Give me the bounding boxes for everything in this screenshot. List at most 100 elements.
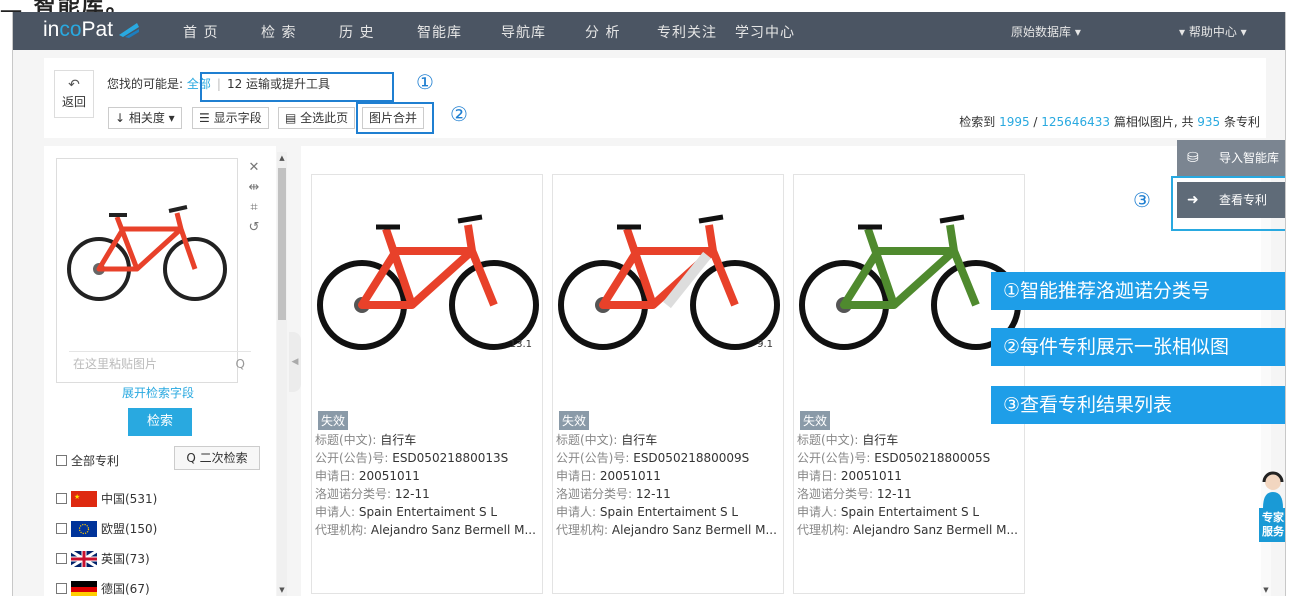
field-key: 代理机构:: [315, 523, 371, 537]
field-value: 自行车: [380, 433, 417, 447]
application-date-field: 申请日: 20051011: [315, 467, 420, 484]
checkbox-icon[interactable]: [56, 523, 67, 534]
display-fields-button[interactable]: ☰ 显示字段: [192, 107, 269, 129]
country-filter-germany[interactable]: 德国(67): [56, 580, 150, 596]
field-key: 申请日:: [797, 469, 841, 483]
nav-analysis[interactable]: 分 析: [585, 22, 620, 42]
nav-smart-library[interactable]: 智能库: [417, 22, 462, 42]
secondary-search-button[interactable]: Q 二次检索: [174, 446, 260, 470]
field-key: 代理机构:: [797, 523, 853, 537]
result-suffix: 条专利: [1220, 115, 1260, 129]
locarno-class-field: 洛迦诺分类号: 12-11: [315, 485, 430, 502]
agent-avatar-icon: [1262, 471, 1284, 508]
back-label: 返回: [61, 95, 86, 109]
checkbox-icon[interactable]: [56, 493, 67, 504]
expand-fields-link[interactable]: 展开检索字段: [122, 384, 194, 401]
field-key: 标题(中文):: [797, 433, 863, 447]
left-search-panel: 在这里粘贴图片 Q ✕ ⇹ ⌗ ↺ 展开检索字段 检索 全部专利 Q 二次检索 ★…: [44, 146, 276, 596]
field-value: Spain Entertaiment S L: [358, 505, 498, 519]
nav-search[interactable]: 检 索: [261, 22, 296, 42]
field-value: ESD05021880009S: [633, 451, 750, 465]
scroll-down-icon[interactable]: ▼: [1261, 586, 1271, 594]
agency-field: 代理机构: Alejandro Sanz Bermell M...: [315, 521, 536, 538]
left-panel-scrollbar[interactable]: ▲ ▼: [277, 152, 287, 596]
result-card[interactable]: 13.1 失效 标题(中文): 自行车 公开(公告)号: ESD05021880…: [311, 174, 543, 594]
select-page-button[interactable]: ▤ 全选此页: [278, 107, 356, 129]
image-tools: ✕ ⇹ ⌗ ↺: [244, 160, 264, 240]
scroll-down-icon[interactable]: ▼: [277, 586, 287, 594]
nav-history[interactable]: 历 史: [339, 22, 374, 42]
bicycle-image: [799, 214, 1021, 350]
search-button[interactable]: 检索: [128, 408, 192, 436]
database-dropdown[interactable]: 原始数据库 ▾: [1011, 23, 1081, 40]
field-value: 自行车: [862, 433, 899, 447]
result-slash: /: [1029, 115, 1042, 129]
title-field: 标题(中文): 自行车: [315, 431, 416, 448]
expert-service-widget[interactable]: 专家服务: [1259, 468, 1285, 542]
title-field: 标题(中文): 自行车: [556, 431, 657, 448]
app-window: incoPat 首 页 检 索 历 史 智能库 导航库 分 析 专利关注 学习中…: [12, 12, 1286, 596]
back-button[interactable]: ↶ 返回: [54, 70, 94, 118]
all-patents-checkbox[interactable]: 全部专利: [56, 452, 119, 469]
field-key: 标题(中文):: [556, 433, 622, 447]
back-arrow-icon: ↶: [68, 77, 80, 93]
country-filter-china[interactable]: ★ 中国(531): [56, 490, 157, 507]
applicant-field: 申请人: Spain Entertaiment S L: [315, 503, 497, 520]
checkbox-icon[interactable]: [56, 553, 67, 564]
publication-number-field: 公开(公告)号: ESD05021880013S: [315, 449, 508, 466]
import-smart-library-button[interactable]: ⛁ 导入智能库: [1177, 140, 1285, 176]
result-middle: 篇相似图片, 共: [1110, 115, 1198, 129]
clipped-heading: 二 智能库。: [0, 0, 1298, 12]
nav-navigation-library[interactable]: 导航库: [501, 22, 546, 42]
query-image-box[interactable]: 在这里粘贴图片 Q: [56, 158, 251, 383]
field-key: 公开(公告)号:: [556, 451, 634, 465]
query-bicycle-image: [67, 205, 227, 301]
field-key: 申请人:: [315, 505, 359, 519]
field-key: 申请人:: [556, 505, 600, 519]
sort-relevance-dropdown[interactable]: ↓ 相关度 ▾: [108, 107, 182, 129]
field-value: 12-11: [394, 487, 430, 501]
search-icon[interactable]: Q: [236, 352, 245, 376]
incopat-logo[interactable]: incoPat: [43, 18, 113, 42]
field-value: 12-11: [876, 487, 912, 501]
field-value: Spain Entertaiment S L: [599, 505, 739, 519]
field-value: Spain Entertaiment S L: [840, 505, 980, 519]
result-patent-count: 935: [1197, 115, 1221, 129]
flip-icon[interactable]: ⇹: [244, 180, 264, 200]
field-key: 申请人:: [797, 505, 841, 519]
field-key: 洛迦诺分类号:: [797, 487, 877, 501]
rotate-icon[interactable]: ↺: [244, 220, 264, 240]
paste-image-input[interactable]: 在这里粘贴图片 Q: [69, 351, 251, 375]
country-filter-eu[interactable]: 欧盟(150): [56, 520, 157, 537]
result-image-count: 1995: [999, 115, 1030, 129]
scroll-thumb[interactable]: [278, 168, 286, 320]
field-value: Alejandro Sanz Bermell M...: [370, 523, 536, 537]
field-key: 代理机构:: [556, 523, 612, 537]
checkbox-icon[interactable]: [56, 583, 67, 594]
similarity-score: 9.1: [757, 339, 773, 350]
field-key: 公开(公告)号:: [315, 451, 393, 465]
checkbox-icon[interactable]: [56, 455, 67, 466]
agency-field: 代理机构: Alejandro Sanz Bermell M...: [556, 521, 777, 538]
nav-patent-watch[interactable]: 专利关注: [657, 22, 717, 42]
result-prefix: 检索到: [959, 115, 1000, 129]
close-icon[interactable]: ✕: [244, 160, 264, 180]
scroll-up-icon[interactable]: ▲: [277, 154, 287, 162]
svg-text:★: ★: [74, 493, 80, 501]
result-card[interactable]: 9.1 失效 标题(中文): 自行车 公开(公告)号: ESD050218800…: [552, 174, 784, 594]
nav-learning-center[interactable]: 学习中心: [735, 22, 795, 42]
country-filter-uk[interactable]: 英国(73): [56, 550, 150, 567]
bicycle-image: [317, 214, 539, 350]
crop-icon[interactable]: ⌗: [244, 200, 264, 220]
country-label: 英国(73): [101, 552, 150, 566]
field-key: 洛迦诺分类号:: [556, 487, 636, 501]
applicant-field: 申请人: Spain Entertaiment S L: [797, 503, 979, 520]
nav-home[interactable]: 首 页: [183, 22, 218, 42]
result-card[interactable]: 失效 标题(中文): 自行车 公开(公告)号: ESD05021880005S …: [793, 174, 1025, 594]
help-center-dropdown[interactable]: ▾ 帮助中心 ▾: [1179, 23, 1247, 40]
field-key: 申请日:: [556, 469, 600, 483]
field-value: ESD05021880013S: [392, 451, 509, 465]
country-label: 德国(67): [101, 582, 150, 596]
collapse-panel-handle[interactable]: ◀: [289, 332, 301, 392]
application-date-field: 申请日: 20051011: [556, 467, 661, 484]
